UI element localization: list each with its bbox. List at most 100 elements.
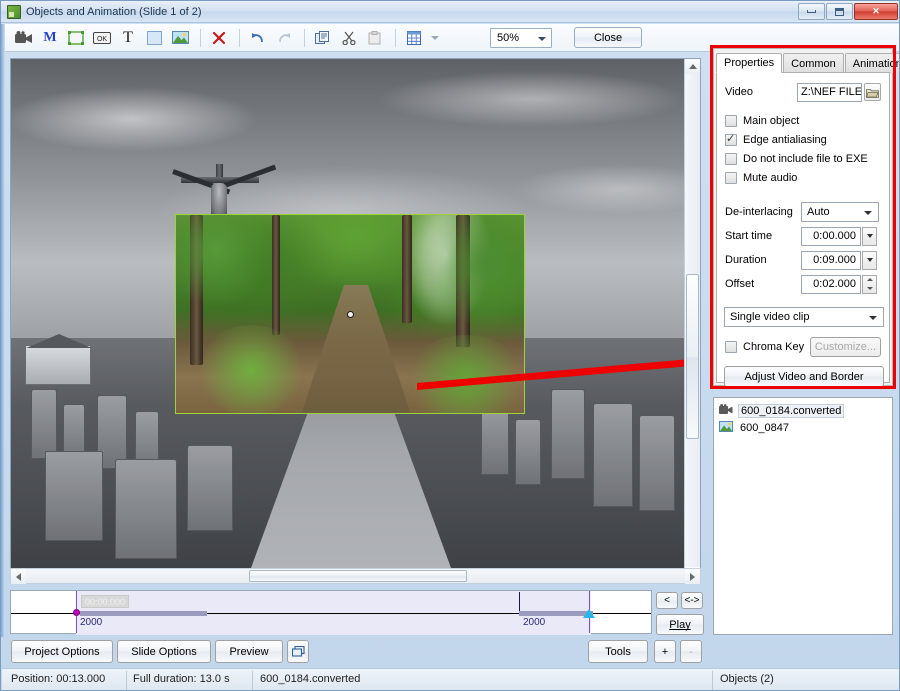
video-clip-icon <box>719 403 733 418</box>
adjust-video-and-border-button[interactable]: Adjust Video and Border <box>724 366 884 387</box>
remove-object-button[interactable]: - <box>680 640 702 663</box>
deinterlacing-row: De-interlacing Auto <box>725 201 881 223</box>
status-objects-count: Objects (2) <box>720 673 774 685</box>
deinterlacing-combobox[interactable]: Auto <box>801 202 879 222</box>
video-path-field[interactable]: Z:\NEF FILES\D600\ <box>797 82 862 102</box>
timeline-clip-bar[interactable] <box>80 611 207 616</box>
close-button[interactable]: Close <box>574 27 642 48</box>
tools-button[interactable]: Tools <box>588 640 648 663</box>
timeline[interactable]: 00:00.000 2000 2000 <box>10 590 652 635</box>
horizontal-scroll-thumb[interactable] <box>249 570 467 582</box>
scroll-right-arrow-icon[interactable] <box>685 569 700 584</box>
chroma-key-checkbox[interactable] <box>725 341 737 353</box>
offset-field[interactable]: 0:02.000 <box>801 274 861 294</box>
slide-options-button[interactable]: Slide Options <box>117 640 211 663</box>
toolbar-separator <box>200 28 201 47</box>
duration-field[interactable]: 0:09.000 <box>801 250 861 270</box>
grid-button[interactable] <box>402 27 426 49</box>
canvas-vertical-scrollbar[interactable] <box>684 59 700 582</box>
grid-dropdown-arrow-icon[interactable] <box>428 27 442 49</box>
button-object-icon[interactable]: OK <box>90 27 114 49</box>
start-time-dropdown-button[interactable] <box>862 226 877 246</box>
main-object-row[interactable]: Main object <box>725 111 881 130</box>
timeline-clip-bar[interactable] <box>519 611 593 616</box>
vertical-scroll-thumb[interactable] <box>686 274 699 439</box>
object-name: 600_0184.converted <box>738 403 845 418</box>
edge-antialiasing-label: Edge antialiasing <box>743 133 827 146</box>
timeline-tick <box>519 592 520 613</box>
timeline-keyframe-dot[interactable] <box>73 609 80 616</box>
list-item[interactable]: 600_0184.converted <box>714 402 892 419</box>
edge-antialiasing-row[interactable]: Edge antialiasing <box>725 130 881 149</box>
clip-mode-value: Single video clip <box>730 311 810 323</box>
mute-audio-checkbox[interactable] <box>725 171 737 184</box>
exclude-from-exe-checkbox[interactable] <box>725 152 737 165</box>
chroma-key-row[interactable]: Chroma Key <box>725 338 810 357</box>
preview-button[interactable]: Preview <box>215 640 283 663</box>
text-object-icon[interactable]: T <box>116 27 140 49</box>
app-green-icon <box>7 4 21 19</box>
status-position: Position: 00:13.000 <box>11 673 106 685</box>
edge-antialiasing-checkbox[interactable] <box>725 132 737 146</box>
crucifix-figure <box>211 183 227 217</box>
start-time-field[interactable]: 0:00.000 <box>801 226 861 246</box>
main-object-checkbox[interactable] <box>725 114 737 127</box>
foliage <box>416 215 524 325</box>
copy-button[interactable] <box>311 27 335 49</box>
mute-audio-label: Mute audio <box>743 171 798 184</box>
restore-window-icon[interactable] <box>287 640 309 663</box>
redo-button[interactable] <box>272 27 296 49</box>
timeline-position-marker[interactable] <box>583 609 595 618</box>
object-center-handle[interactable] <box>347 311 354 318</box>
timeline-right-value: 2000 <box>523 617 546 628</box>
maximize-icon <box>835 7 844 16</box>
project-options-button[interactable]: Project Options <box>11 640 113 663</box>
timeline-track[interactable]: 00:00.000 2000 2000 <box>11 591 651 635</box>
forest-path-video-frame[interactable] <box>175 214 525 414</box>
duration-dropdown-button[interactable] <box>862 250 877 270</box>
frame-object-icon[interactable] <box>64 27 88 49</box>
zoom-level-combobox[interactable]: 50% <box>490 27 552 48</box>
close-window-button[interactable]: ✕ <box>854 3 898 20</box>
minimize-button[interactable] <box>798 3 825 20</box>
canvas-area[interactable] <box>10 58 701 583</box>
timeline-left-value: 2000 <box>80 617 103 628</box>
timeline-fit-button[interactable]: <-> <box>681 592 703 609</box>
paste-button[interactable] <box>363 27 387 49</box>
add-object-button[interactable]: + <box>654 640 676 663</box>
customize-button[interactable]: Customize... <box>809 337 881 357</box>
undo-button[interactable] <box>246 27 270 49</box>
video-object-icon[interactable] <box>12 27 36 49</box>
tab-animation[interactable]: Animation <box>844 53 899 73</box>
timeline-prev-button[interactable]: < <box>656 592 678 609</box>
svg-text:OK: OK <box>97 36 107 43</box>
cut-button[interactable] <box>337 27 361 49</box>
deinterlacing-value: Auto <box>807 206 830 218</box>
delete-button[interactable] <box>207 27 231 49</box>
mask-object-icon[interactable]: M <box>38 27 62 49</box>
exclude-from-exe-row[interactable]: Do not include file to EXE <box>725 149 881 168</box>
canvas-horizontal-scrollbar[interactable] <box>10 568 701 584</box>
scroll-left-arrow-icon[interactable] <box>11 569 26 584</box>
gravestone <box>639 415 675 511</box>
minimize-icon <box>807 10 816 13</box>
scroll-up-arrow-icon[interactable] <box>685 59 700 74</box>
clip-mode-combobox[interactable]: Single video clip <box>724 307 884 327</box>
objects-list[interactable]: 600_0184.converted 600_0847 <box>713 397 893 635</box>
window-controls: ✕ <box>798 3 898 20</box>
panel-tabs: Properties Common Animation <box>716 53 899 73</box>
image-object-icon[interactable] <box>168 27 192 49</box>
foliage <box>406 335 524 413</box>
tab-properties[interactable]: Properties <box>716 53 783 73</box>
offset-spinner-buttons[interactable] <box>862 274 877 294</box>
duration-label: Duration <box>725 254 767 266</box>
maximize-button[interactable] <box>826 3 853 20</box>
rectangle-object-icon[interactable] <box>142 27 166 49</box>
folder-open-icon[interactable] <box>863 83 881 101</box>
list-item[interactable]: 600_0847 <box>714 419 892 436</box>
mute-audio-row[interactable]: Mute audio <box>725 168 881 187</box>
play-button[interactable]: Play <box>656 614 704 635</box>
toolbar-separator <box>239 28 240 47</box>
timeline-time-chip: 00:00.000 <box>81 595 130 608</box>
tab-common[interactable]: Common <box>783 53 844 73</box>
